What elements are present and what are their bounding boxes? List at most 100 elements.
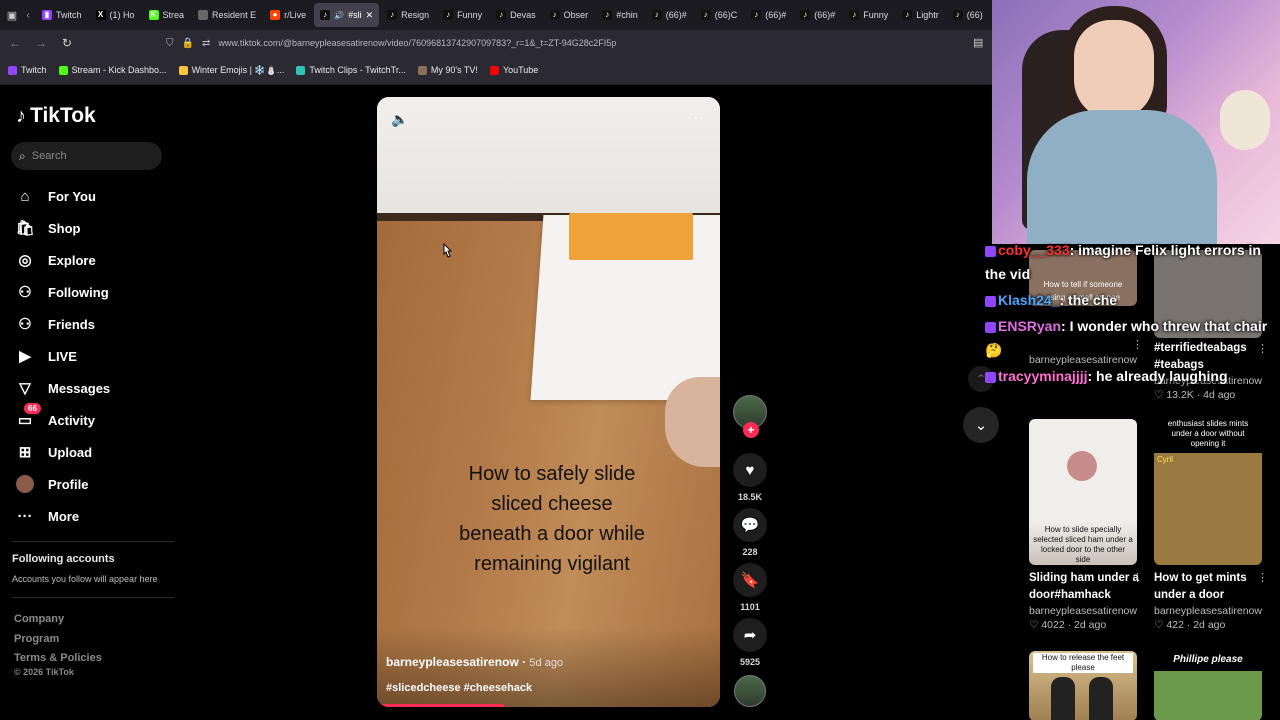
browser-tab[interactable]: ♪ (66)C bbox=[695, 3, 744, 27]
video-progress-bar[interactable] bbox=[377, 704, 504, 707]
creator-avatar[interactable]: + bbox=[733, 395, 767, 438]
forward-icon[interactable]: → bbox=[34, 36, 48, 50]
browser-tab[interactable]: ♪ (66)# bbox=[745, 3, 792, 27]
sidebar-item-more[interactable]: ··· More bbox=[16, 500, 166, 532]
related-thumbnail-tag: Cyril bbox=[1157, 455, 1173, 464]
live-icon: ▶ bbox=[19, 348, 31, 365]
bookmark-item[interactable]: Twitch Clips - TwitchTr... bbox=[296, 65, 406, 75]
footer-links: Company Program Terms & Policies bbox=[14, 610, 102, 669]
related-age: 4d ago bbox=[1203, 389, 1236, 401]
browser-tab[interactable]: ♪ (66)# bbox=[646, 3, 693, 27]
twitch-icon: ▮ bbox=[42, 10, 52, 20]
tab-audio-icon[interactable]: 🔊 bbox=[334, 11, 344, 20]
related-author[interactable]: barneypleasesatirenow bbox=[1029, 605, 1141, 617]
video-player[interactable]: How to safely slide sliced cheese beneat… bbox=[377, 97, 720, 707]
video-author-name[interactable]: barneypleasesatirenow bbox=[386, 655, 519, 669]
bookmark-item[interactable]: YouTube bbox=[489, 65, 538, 75]
footer-link[interactable]: Company bbox=[14, 610, 102, 630]
back-icon[interactable]: ← bbox=[8, 36, 22, 50]
related-thumbnail[interactable]: enthusiast slides mints under a door wit… bbox=[1154, 419, 1262, 565]
browser-tab[interactable]: ♪ Devas bbox=[490, 3, 542, 27]
related-card[interactable]: How to release the feet please bbox=[1029, 651, 1141, 720]
search-icon: ⌕ bbox=[19, 148, 26, 163]
related-card[interactable]: How to slide specially selected sliced h… bbox=[1029, 419, 1143, 631]
bookmark-icon[interactable]: 🔖 bbox=[733, 563, 767, 597]
browser-tab[interactable]: X (1) Ho bbox=[90, 3, 141, 27]
sidebar-item-profile[interactable]: ● Profile bbox=[16, 468, 166, 500]
sidebar-item-friends[interactable]: ⚇ Friends bbox=[16, 308, 166, 340]
bookmark-item[interactable]: Winter Emojis | ❄️⛄... bbox=[178, 65, 284, 76]
lock-icon[interactable]: 🔒 bbox=[182, 38, 194, 49]
chat-badge-icon bbox=[985, 295, 996, 307]
browser-tab[interactable]: ♪ Obser bbox=[544, 3, 595, 27]
reader-view-icon[interactable]: ▤ bbox=[973, 36, 983, 49]
bookmark-item[interactable]: Stream - Kick Dashbo... bbox=[58, 65, 167, 75]
permissions-icon[interactable]: ⇄ bbox=[202, 38, 210, 49]
reload-icon[interactable]: ↻ bbox=[60, 36, 74, 50]
sidebar-item-label: More bbox=[48, 508, 80, 524]
related-author[interactable]: barneypleasesatirenow bbox=[1154, 605, 1266, 617]
sidebar-item-live[interactable]: ▶ LIVE bbox=[16, 340, 166, 372]
follow-plus-icon[interactable]: + bbox=[743, 422, 759, 438]
shield-icon[interactable]: ⛉ bbox=[166, 38, 174, 49]
browser-tab[interactable]: ♪ 🔊 #sli ✕ bbox=[314, 3, 380, 27]
tab-close-icon[interactable]: ✕ bbox=[366, 10, 374, 21]
browser-tab[interactable]: Resident E bbox=[192, 3, 262, 27]
music-disc-avatar[interactable] bbox=[734, 675, 766, 707]
video-author[interactable]: barneypleasesatirenow · 5d ago bbox=[386, 655, 563, 669]
related-thumbnail[interactable]: How to release the feet please bbox=[1029, 651, 1137, 720]
browser-tab[interactable]: ♪ Lightr bbox=[896, 3, 945, 27]
browser-tab[interactable]: ▮ Twitch bbox=[36, 3, 88, 27]
browser-tab[interactable]: ♪ (66) bbox=[947, 3, 989, 27]
sidebar-item-shop[interactable]: 🛍 Shop bbox=[15, 212, 166, 244]
video-more-icon[interactable]: ··· bbox=[687, 109, 706, 127]
related-thumbnail[interactable]: How to slide specially selected sliced h… bbox=[1029, 419, 1137, 565]
tab-scroll-left-icon[interactable]: ‹ bbox=[22, 10, 34, 21]
browser-tab[interactable]: ♪ Funny bbox=[437, 3, 488, 27]
browser-tab-label: (66)# bbox=[765, 10, 787, 20]
like-icon[interactable]: ♥ bbox=[733, 453, 767, 487]
footer-link[interactable]: Program bbox=[14, 630, 102, 650]
thumb-boot bbox=[1089, 677, 1113, 720]
sidebar-item-upload[interactable]: ⊞ Upload bbox=[16, 436, 166, 468]
next-video-icon[interactable]: ⌄ bbox=[963, 407, 999, 443]
search-input[interactable]: ⌕ Search bbox=[11, 142, 162, 170]
footer-link[interactable]: Terms & Policies bbox=[14, 649, 102, 669]
kick-icon: K bbox=[148, 10, 159, 20]
browser-tab[interactable]: ♪ (66)# bbox=[794, 3, 841, 27]
related-card[interactable]: enthusiast slides mints under a door wit… bbox=[1154, 419, 1268, 631]
sidebar-item-messages[interactable]: ▽ Messages bbox=[16, 372, 166, 404]
url-bar[interactable]: ⛉ 🔒 ⇄ www.tiktok.com/@barneypleasesatire… bbox=[166, 33, 996, 53]
sidebar-item-for-you[interactable]: ⌂ For You bbox=[16, 180, 166, 212]
browser-tab[interactable]: K Strea bbox=[143, 3, 191, 27]
browser-tab[interactable]: ● r/Live bbox=[264, 3, 312, 27]
sidebar-item-following[interactable]: ⚇ Following bbox=[16, 276, 166, 308]
sidebar-item-explore[interactable]: ◎ Explore bbox=[16, 244, 166, 276]
related-card[interactable]: Phillipe please bbox=[1154, 651, 1266, 720]
related-title[interactable]: Sliding ham under a door#hamhack bbox=[1029, 570, 1141, 604]
related-more-icon[interactable]: ⋮ bbox=[1132, 571, 1143, 584]
bookmark-item[interactable]: My 90's TV! bbox=[417, 65, 478, 75]
tiktok-logo[interactable]: ♪ TikTok bbox=[16, 104, 96, 128]
video-hashtags[interactable]: #slicedcheese #cheesehack bbox=[386, 682, 532, 694]
related-title[interactable]: How to get mints under a door bbox=[1154, 570, 1266, 604]
thumb-ham-shape bbox=[1067, 451, 1097, 481]
volume-icon[interactable]: 🔈 bbox=[391, 111, 408, 128]
sidebar-item-activity[interactable]: ▭ 66 Activity bbox=[16, 403, 166, 436]
url-text[interactable]: www.tiktok.com/@barneypleasesatirenow/vi… bbox=[218, 38, 616, 48]
page-icon bbox=[198, 10, 209, 20]
related-thumbnail[interactable]: Phillipe please bbox=[1154, 651, 1262, 720]
tab-overview-icon[interactable]: ▣ bbox=[4, 9, 20, 22]
bookmark-item[interactable]: Twitch bbox=[8, 65, 47, 75]
webcam-face bbox=[1074, 20, 1154, 120]
browser-tab[interactable]: ♪ #chin bbox=[596, 3, 644, 27]
sidebar-item-label: Explore bbox=[48, 252, 96, 268]
browser-tab[interactable]: ♪ Funny bbox=[843, 3, 894, 27]
share-icon[interactable]: ➦ bbox=[733, 618, 767, 652]
tiktok-icon: ♪ bbox=[549, 10, 560, 20]
related-more-icon[interactable]: ⋮ bbox=[1257, 571, 1268, 584]
sidebar-divider bbox=[11, 541, 174, 542]
browser-tab[interactable]: ♪ Resign bbox=[381, 3, 435, 27]
comment-icon[interactable]: 💬 bbox=[733, 508, 767, 542]
chat-text: : he already laughing bbox=[1087, 368, 1228, 384]
